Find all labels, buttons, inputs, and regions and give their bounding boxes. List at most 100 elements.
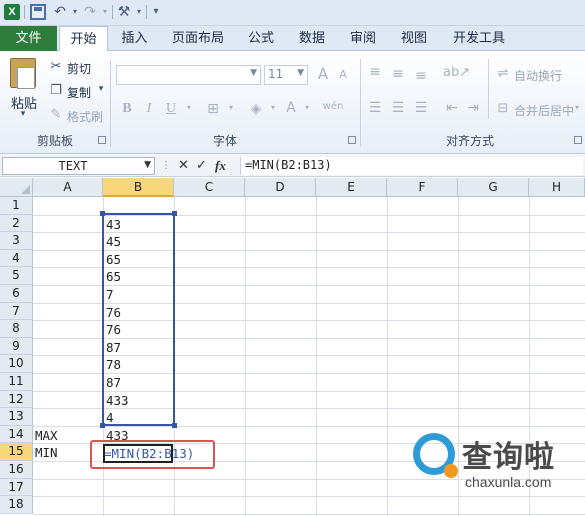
gridline <box>458 197 459 516</box>
customize-toolbar-icon[interactable]: ▾ <box>148 4 164 20</box>
enter-icon[interactable]: ✓ <box>196 158 207 174</box>
column-header-a[interactable]: A <box>33 178 103 197</box>
row-header-17[interactable]: 17 <box>0 478 33 497</box>
chevron-down-icon[interactable]: ▼ <box>144 160 151 170</box>
tab-formulas[interactable]: 公式 <box>240 26 282 51</box>
tab-home[interactable]: 开始 <box>59 26 108 52</box>
row-header-1[interactable]: 1 <box>0 197 33 215</box>
increase-indent-icon[interactable]: ⇥ <box>464 100 482 116</box>
tools-icon[interactable]: ⚒ <box>116 4 132 20</box>
align-bottom-icon[interactable]: ≡ <box>412 68 430 84</box>
column-header-d[interactable]: D <box>245 178 316 197</box>
column-header-g[interactable]: G <box>458 178 529 197</box>
paste-icon[interactable] <box>10 58 36 89</box>
fill-color-icon[interactable]: ◈ <box>247 101 265 117</box>
insert-function-button[interactable]: fx <box>215 158 226 174</box>
group-divider <box>488 59 489 119</box>
underline-button[interactable]: U <box>162 101 180 117</box>
excel-logo-icon[interactable]: X <box>4 4 20 20</box>
cut-button[interactable]: 剪切 <box>67 60 91 77</box>
row-header-8[interactable]: 8 <box>0 320 33 338</box>
row-header-6[interactable]: 6 <box>0 285 33 303</box>
row-header-9[interactable]: 9 <box>0 337 33 356</box>
gridline <box>33 496 585 498</box>
shrink-font-button[interactable]: A <box>334 68 352 81</box>
name-box[interactable]: TEXT ▼ <box>2 157 155 175</box>
tools-dropdown-icon[interactable]: ▾ <box>131 4 147 20</box>
row-header-5[interactable]: 5 <box>0 267 33 285</box>
row-header-7[interactable]: 7 <box>0 302 33 321</box>
align-left-icon[interactable]: ☰ <box>366 100 384 116</box>
orientation-icon[interactable]: ab↗ <box>443 65 470 80</box>
font-size-select[interactable]: 11 ▼ <box>264 65 308 85</box>
grow-font-button[interactable]: A <box>314 65 332 83</box>
group-divider <box>110 59 111 147</box>
copy-dropdown-icon[interactable]: ▾ <box>92 84 110 94</box>
range-handle[interactable] <box>172 423 177 428</box>
row-header-16[interactable]: 16 <box>0 461 33 479</box>
phonetic-guide-button[interactable]: wén <box>320 101 346 112</box>
tab-data[interactable]: 数据 <box>290 26 334 51</box>
column-header-e[interactable]: E <box>316 178 387 197</box>
formula-input[interactable]: =MIN(B2:B13) <box>240 157 583 175</box>
row-header-13[interactable]: 13 <box>0 408 33 426</box>
row-header-10[interactable]: 10 <box>0 355 33 373</box>
format-painter-button[interactable]: 格式刷 <box>67 108 103 125</box>
paste-dropdown-icon[interactable]: ▾ <box>14 109 32 119</box>
font-launcher-icon[interactable] <box>348 136 356 144</box>
highlight-callout <box>90 440 215 469</box>
italic-button[interactable]: I <box>140 101 158 117</box>
font-color-dropdown-icon[interactable]: ▾ <box>298 103 316 112</box>
merge-dropdown-icon[interactable]: ▾ <box>572 103 582 112</box>
font-name-select[interactable]: ▼ <box>116 65 261 85</box>
redo-dropdown-icon[interactable]: ▾ <box>97 4 113 20</box>
row-header-4[interactable]: 4 <box>0 249 33 268</box>
row-header-18[interactable]: 18 <box>0 496 33 514</box>
undo-dropdown-icon[interactable]: ▾ <box>67 4 83 20</box>
save-icon[interactable] <box>30 4 46 20</box>
range-handle[interactable] <box>100 423 105 428</box>
align-center-icon[interactable]: ☰ <box>389 100 407 116</box>
clipboard-launcher-icon[interactable] <box>98 136 106 144</box>
ribbon: 粘贴 ▾ ✂ 剪切 ❐ 复制 ▾ ✎ 格式刷 剪贴板 ▼ 11 ▼ A A B … <box>0 51 585 154</box>
range-handle[interactable] <box>100 211 105 216</box>
cancel-icon[interactable]: ✕ <box>178 158 189 174</box>
wrap-text-button[interactable]: 自动换行 <box>514 67 562 84</box>
row-header-15[interactable]: 15 <box>0 443 33 461</box>
row-header-2[interactable]: 2 <box>0 214 33 233</box>
column-header-c[interactable]: C <box>174 178 245 197</box>
decrease-indent-icon[interactable]: ⇤ <box>443 100 461 116</box>
fill-color-dropdown-icon[interactable]: ▾ <box>264 103 282 112</box>
borders-icon[interactable]: ⊞ <box>204 101 222 117</box>
tab-page-layout[interactable]: 页面布局 <box>163 26 233 51</box>
tab-developer[interactable]: 开发工具 <box>443 26 515 51</box>
select-all-button[interactable] <box>0 178 33 197</box>
row-header-12[interactable]: 12 <box>0 390 33 409</box>
tab-view[interactable]: 视图 <box>392 26 436 51</box>
underline-dropdown-icon[interactable]: ▾ <box>180 103 198 112</box>
alignment-group-label: 对齐方式 <box>445 134 494 148</box>
tab-insert[interactable]: 插入 <box>113 26 156 51</box>
align-middle-icon[interactable]: ≡ <box>389 66 407 82</box>
watermark-logo-icon <box>413 433 458 478</box>
align-right-icon[interactable]: ☰ <box>412 100 430 116</box>
cell-a14[interactable]: MAX <box>35 427 58 444</box>
column-header-f[interactable]: F <box>387 178 458 197</box>
bold-button[interactable]: B <box>118 101 136 117</box>
column-header-h[interactable]: H <box>529 178 585 197</box>
cell-a15[interactable]: MIN <box>35 444 58 461</box>
redo-icon[interactable]: ↷ <box>82 4 98 20</box>
row-header-14[interactable]: 14 <box>0 425 33 444</box>
row-header-3[interactable]: 3 <box>0 232 33 250</box>
undo-icon[interactable]: ↶ <box>52 4 68 20</box>
column-header-b[interactable]: B <box>103 178 174 197</box>
range-handle[interactable] <box>172 211 177 216</box>
merge-center-button[interactable]: 合并后居中 <box>514 102 574 119</box>
borders-dropdown-icon[interactable]: ▾ <box>222 103 240 112</box>
alignment-launcher-icon[interactable] <box>574 136 582 144</box>
copy-button[interactable]: 复制 <box>67 84 91 101</box>
tab-review[interactable]: 审阅 <box>341 26 385 51</box>
align-top-icon[interactable]: ≡ <box>366 64 384 80</box>
row-header-11[interactable]: 11 <box>0 373 33 391</box>
tab-file[interactable]: 文件 <box>0 26 57 51</box>
